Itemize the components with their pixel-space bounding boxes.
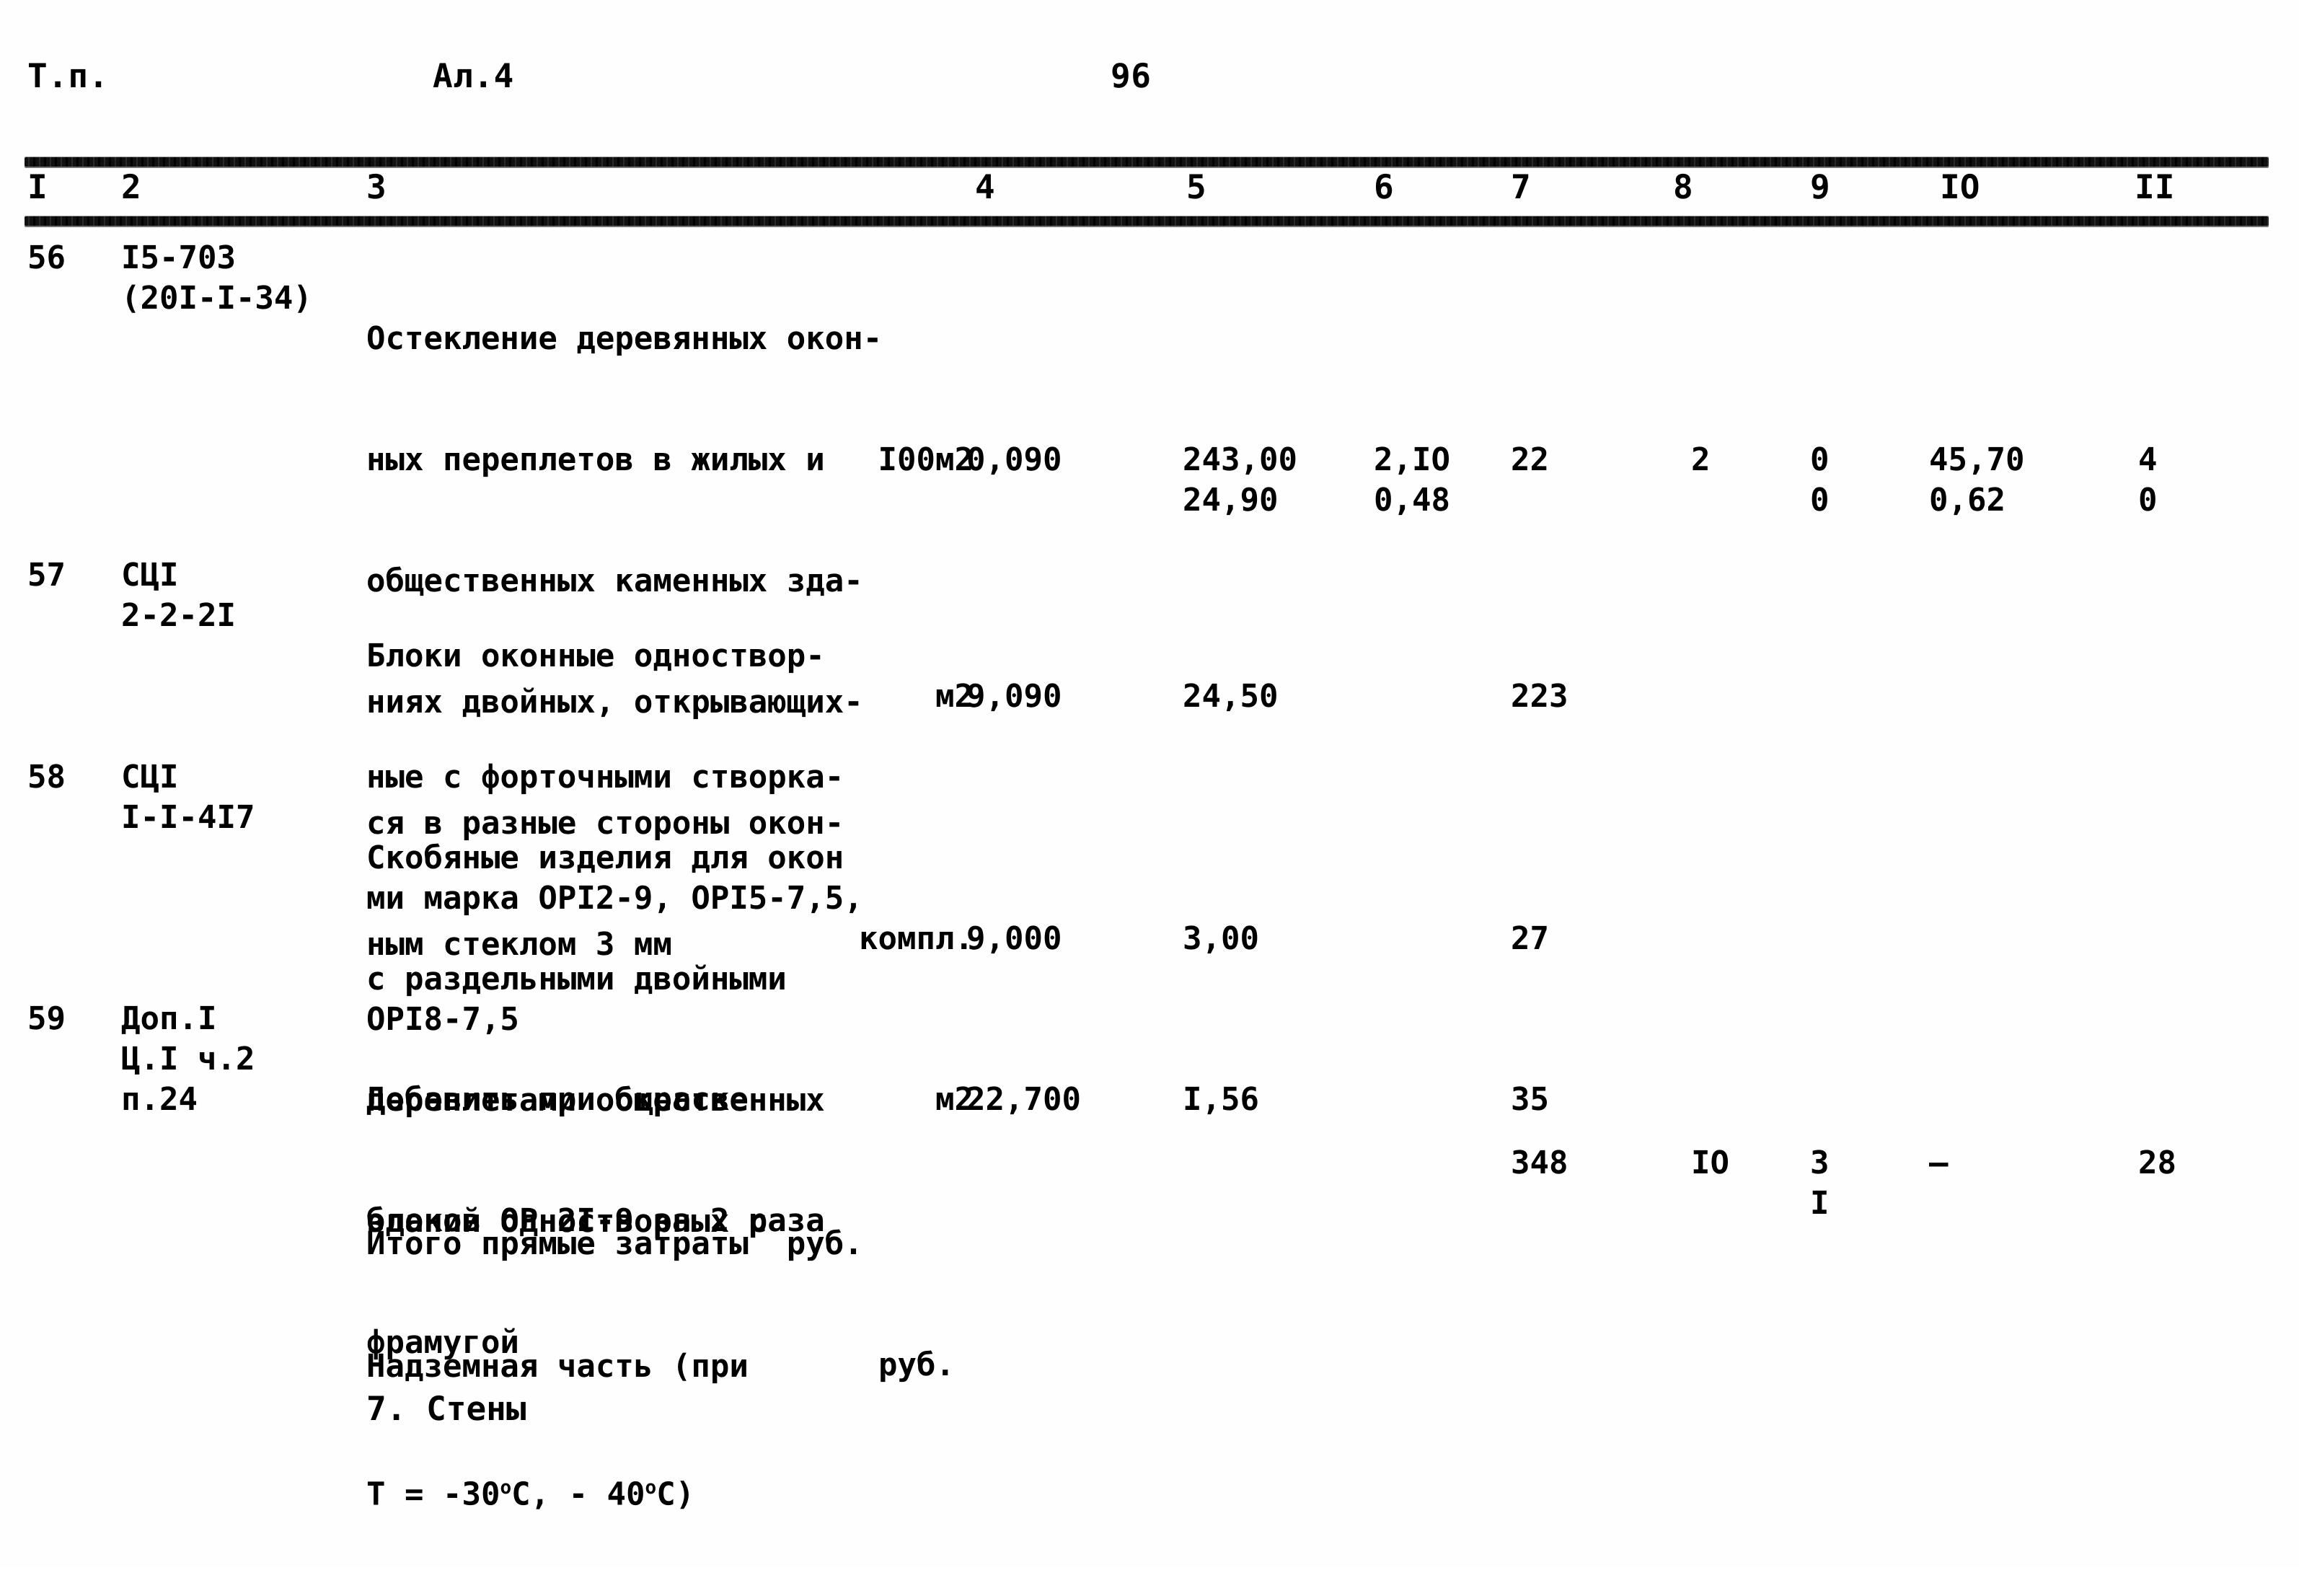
cell-col7: 223 <box>1511 678 1568 715</box>
cell-col7: 27 <box>1511 920 1549 957</box>
total-col8: IO <box>1691 1145 1729 1181</box>
cell-col8: 2 <box>1691 441 1711 478</box>
description-line: Остекление деревянных окон- <box>366 320 883 357</box>
section-note: Надземная часть (при Т = -30oС, - 40oС) <box>0 1266 2299 1513</box>
description-line: Блоки оконные одноствор- <box>366 638 825 674</box>
row-code: Доп.I Ц.I ч.2 п.24 <box>121 999 337 1120</box>
column-header-6: 6 <box>1374 167 1394 206</box>
cell-col5: 243,00 24,90 <box>1183 440 1363 521</box>
column-header-1: I <box>27 167 48 206</box>
table-row: 57 СЦI 2-2-2I Блоки оконные одноствор- ны… <box>0 555 2299 1038</box>
cell-col4: 9,000 <box>966 920 1062 957</box>
total-col9: 3I <box>1810 1143 1918 1224</box>
total-col7: 348 <box>1511 1145 1568 1181</box>
description-line: с раздельными двойными <box>366 961 787 997</box>
column-header-7: 7 <box>1511 167 1531 206</box>
column-header-5: 5 <box>1186 167 1206 206</box>
table-row: 56 I5-703 (20I-I-34) Остекление деревянны… <box>0 238 2299 963</box>
document-header: Т.п. Ал.4 96 <box>0 56 2299 107</box>
value-line: 0 <box>1810 441 1830 478</box>
column-header-11: II <box>2135 167 2175 206</box>
value-line: 2,IO <box>1374 441 1450 478</box>
row-number: 59 <box>27 1000 66 1037</box>
column-header-10: IO <box>1940 167 1980 206</box>
table-total-row: Итого прямые затраты руб. руб. 348 IO 3I… <box>0 1143 2299 1383</box>
value-line: 0 <box>2138 482 2158 519</box>
row-unit: I00м2 <box>878 441 974 478</box>
document-page: Т.п. Ал.4 96 I 2 3 4 5 6 7 8 9 IO II 56 … <box>0 0 2299 1567</box>
column-header-2: 2 <box>121 167 141 206</box>
code-line: СЦI <box>121 557 179 594</box>
table-rule-top <box>25 157 2269 167</box>
row-number: 58 <box>27 759 66 795</box>
cell-col10: 45,70 0,62 <box>1929 440 2117 521</box>
section-note-line: Надземная часть (при <box>366 1348 749 1385</box>
row-number: 56 <box>27 239 66 276</box>
temp-mid: С, - 40 <box>511 1476 645 1513</box>
cell-col11: 40 <box>2138 440 2254 521</box>
cell-col5: I,56 <box>1183 1081 1259 1118</box>
section-title-text: 7. Стены <box>366 1389 526 1428</box>
cell-col5: 24,50 <box>1183 678 1279 715</box>
row-unit: компл. <box>859 920 974 957</box>
value-line: 3 <box>1810 1145 1830 1181</box>
temp-prefix: Т = -30 <box>366 1476 500 1513</box>
row-number: 57 <box>27 557 66 594</box>
temp-suffix: С) <box>656 1476 695 1513</box>
row-unit: м2 <box>935 678 974 715</box>
description-line: Скобяные изделия для окон <box>366 839 844 876</box>
cell-col6: 2,IO 0,48 <box>1374 440 1518 521</box>
value-line: 45,70 <box>1929 441 2025 478</box>
cell-col4: 22,700 <box>966 1081 1081 1118</box>
row-unit: м2 <box>935 1081 974 1118</box>
table-column-headers: I 2 3 4 5 6 7 8 9 IO II <box>0 167 2299 218</box>
code-line: I5-703 <box>121 239 236 276</box>
cell-col4: 9,090 <box>966 678 1062 715</box>
header-sheet-label: Ал.4 <box>433 56 514 95</box>
column-header-3: 3 <box>366 167 387 206</box>
table-row: 59 Доп.I Ц.I ч.2 п.24 Добавить при окраске… <box>0 999 2299 1239</box>
cell-col7: 35 <box>1511 1081 1549 1118</box>
degree-symbol: o <box>645 1477 657 1499</box>
column-header-4: 4 <box>975 167 995 206</box>
cell-col7: 22 <box>1511 441 1549 478</box>
value-line: 243,00 <box>1183 441 1297 478</box>
total-col10: – <box>1929 1145 1949 1181</box>
cell-col9: 00 <box>1810 440 1918 521</box>
value-line: 0,48 <box>1374 482 1450 519</box>
value-line: 24,90 <box>1183 482 1279 519</box>
value-line: 4 <box>2138 441 2158 478</box>
total-col11: 28 <box>2138 1145 2176 1181</box>
column-header-8: 8 <box>1673 167 1693 206</box>
total-label-line: Итого прямые затраты руб. <box>366 1225 863 1262</box>
cell-col4: 0,090 <box>966 441 1062 478</box>
value-line: 0 <box>1810 482 1830 519</box>
page-number: 96 <box>1111 56 1152 95</box>
code-line: п.24 <box>121 1081 198 1118</box>
header-left-label: Т.п. <box>27 56 109 95</box>
row-code: СЦI 2-2-2I <box>121 555 337 636</box>
row-code: СЦI I-I-4I7 <box>121 757 337 838</box>
column-header-9: 9 <box>1810 167 1830 206</box>
row-code: I5-703 (20I-I-34) <box>121 238 337 319</box>
code-line: СЦI <box>121 759 179 795</box>
cell-col5: 3,00 <box>1183 920 1259 957</box>
degree-symbol: o <box>500 1477 512 1499</box>
value-line: I <box>1810 1185 1830 1222</box>
table-row: 58 СЦI I-I-4I7 Скобяные изделия для окон … <box>0 757 2299 1361</box>
section-heading: 7. Стены <box>0 1388 2299 1453</box>
code-line: Доп.I <box>121 1000 217 1037</box>
section-note-line: Т = -30oС, - 40oС) <box>366 1468 749 1515</box>
value-line: 0,62 <box>1929 482 2005 519</box>
code-line: I-I-4I7 <box>121 799 255 836</box>
code-line: Ц.I ч.2 <box>121 1041 255 1077</box>
code-line: 2-2-2I <box>121 597 236 634</box>
code-line: (20I-I-34) <box>121 280 312 317</box>
